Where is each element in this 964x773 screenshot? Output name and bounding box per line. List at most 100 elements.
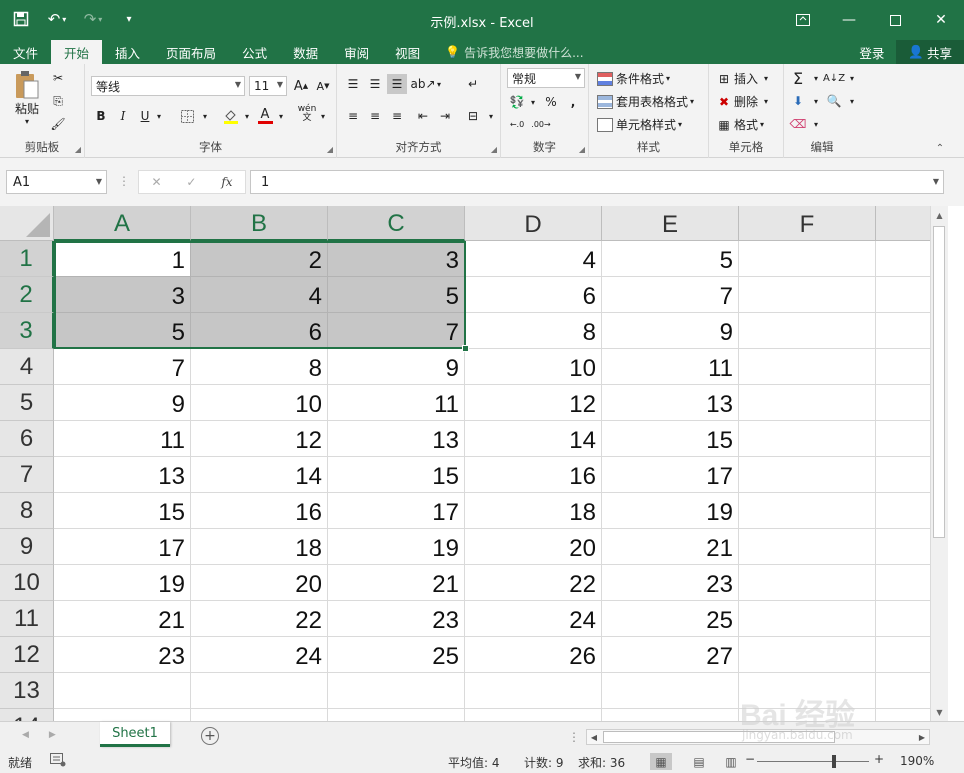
cell[interactable]: 13 — [328, 421, 465, 457]
expand-formula-icon[interactable]: ▼ — [933, 177, 939, 186]
cell[interactable] — [739, 277, 876, 313]
cell[interactable] — [739, 385, 876, 421]
cell[interactable]: 3 — [54, 277, 191, 313]
cell[interactable]: 20 — [191, 565, 328, 601]
cell[interactable]: 5 — [602, 241, 739, 277]
cell[interactable] — [739, 421, 876, 457]
cell[interactable]: 16 — [191, 493, 328, 529]
tab-home[interactable]: 开始 — [51, 40, 103, 64]
column-header-c[interactable]: C — [328, 206, 465, 241]
row-header-1[interactable]: 1 — [0, 241, 54, 277]
row-header-11[interactable]: 11 — [0, 601, 54, 637]
cell[interactable] — [876, 673, 930, 709]
macro-record-icon[interactable] — [50, 753, 66, 770]
cell[interactable]: 6 — [191, 313, 328, 349]
sort-filter-icon[interactable]: A↓Z — [823, 68, 845, 88]
align-left-icon[interactable]: ≡ — [343, 106, 363, 126]
cell[interactable]: 13 — [54, 457, 191, 493]
cell[interactable]: 23 — [602, 565, 739, 601]
cell[interactable] — [876, 565, 930, 601]
align-middle-icon[interactable]: ☰ — [365, 74, 385, 94]
scroll-down-icon[interactable]: ▼ — [933, 706, 946, 719]
increase-indent-icon[interactable]: ⇥ — [435, 106, 455, 126]
enter-icon[interactable]: ✓ — [186, 175, 196, 189]
cell[interactable] — [876, 277, 930, 313]
number-format-select[interactable]: 常规 ▼ — [507, 68, 585, 88]
prev-sheet-icon[interactable]: ◀ — [22, 730, 29, 740]
chevron-down-icon[interactable]: ▾ — [806, 91, 826, 111]
cell[interactable] — [739, 709, 876, 721]
cell[interactable] — [876, 313, 930, 349]
cell[interactable]: 12 — [191, 421, 328, 457]
cell[interactable]: 4 — [191, 277, 328, 313]
cell[interactable] — [739, 349, 876, 385]
tab-page-layout[interactable]: 页面布局 — [153, 40, 229, 64]
cell[interactable] — [465, 709, 602, 721]
vertical-scrollbar[interactable]: ▲ ▼ — [930, 206, 948, 721]
cell[interactable]: 10 — [191, 385, 328, 421]
cell[interactable]: 9 — [602, 313, 739, 349]
cell[interactable] — [739, 241, 876, 277]
row-header-4[interactable]: 4 — [0, 349, 54, 385]
cell[interactable]: 8 — [191, 349, 328, 385]
insert-function-icon[interactable]: fx — [221, 175, 232, 189]
cell[interactable]: 5 — [54, 313, 191, 349]
sheet-tab-sheet1[interactable]: Sheet1 — [100, 722, 170, 747]
cell[interactable]: 8 — [465, 313, 602, 349]
cell[interactable] — [876, 529, 930, 565]
italic-icon[interactable]: I — [113, 106, 133, 126]
chevron-down-icon[interactable]: ▾ — [842, 68, 862, 88]
cell[interactable] — [876, 241, 930, 277]
cell[interactable]: 18 — [465, 493, 602, 529]
cell[interactable]: 11 — [328, 385, 465, 421]
cell[interactable]: 16 — [465, 457, 602, 493]
chevron-down-icon[interactable]: ▾ — [842, 91, 862, 111]
worksheet-grid[interactable]: A B C D E F 1 1 2 3 4 5 2 3 4 5 6 7 3 5 6 7 8 9 4 7 8 9 10 11 5 9 10 11 12… — [0, 206, 930, 721]
cell[interactable]: 3 — [328, 241, 465, 277]
align-right-icon[interactable]: ≡ — [387, 106, 407, 126]
cell[interactable]: 25 — [602, 601, 739, 637]
cell[interactable]: 18 — [191, 529, 328, 565]
zoom-slider[interactable] — [757, 761, 869, 762]
tab-review[interactable]: 审阅 — [331, 40, 382, 64]
cell[interactable]: 1 — [54, 241, 191, 277]
grow-font-icon[interactable]: A ▲ — [291, 76, 311, 96]
tab-formulas[interactable]: 公式 — [229, 40, 280, 64]
column-header-e[interactable]: E — [602, 206, 739, 241]
comma-style-icon[interactable]: , — [563, 92, 583, 112]
increase-decimal-icon[interactable]: ←.0 — [507, 114, 527, 134]
cell[interactable]: 7 — [54, 349, 191, 385]
cell[interactable] — [876, 349, 930, 385]
shrink-font-icon[interactable]: A ▼ — [313, 76, 333, 96]
cell[interactable] — [876, 637, 930, 673]
column-header-a[interactable]: A — [54, 206, 191, 241]
cell[interactable]: 14 — [191, 457, 328, 493]
scroll-up-icon[interactable]: ▲ — [933, 209, 946, 222]
align-top-icon[interactable]: ☰ — [343, 74, 363, 94]
column-header-b[interactable]: B — [191, 206, 328, 241]
cell[interactable] — [739, 493, 876, 529]
cell[interactable]: 21 — [54, 601, 191, 637]
cell[interactable]: 23 — [54, 637, 191, 673]
fill-icon[interactable]: ⬇ — [788, 91, 808, 111]
row-header-10[interactable]: 10 — [0, 565, 54, 601]
cell-styles-button[interactable]: 单元格样式 ▾ — [597, 116, 682, 133]
cell[interactable]: 5 — [328, 277, 465, 313]
autosum-icon[interactable]: Σ — [788, 68, 808, 88]
cell[interactable]: 20 — [465, 529, 602, 565]
horizontal-scrollbar[interactable]: ◀ ▶ — [586, 729, 930, 745]
chevron-down-icon[interactable]: ▾ — [237, 106, 257, 126]
cell[interactable]: 7 — [328, 313, 465, 349]
chevron-down-icon[interactable]: ▾ — [149, 106, 169, 126]
copy-icon[interactable]: ⎘ — [48, 91, 68, 111]
cell[interactable]: 4 — [465, 241, 602, 277]
chevron-down-icon[interactable]: ▾ — [481, 106, 501, 126]
normal-view-icon[interactable]: ▦ — [650, 753, 672, 770]
format-painter-icon[interactable]: 🖌 — [48, 114, 68, 134]
borders-icon[interactable] — [177, 106, 197, 126]
cell[interactable]: 21 — [602, 529, 739, 565]
cell[interactable]: 14 — [465, 421, 602, 457]
tab-insert[interactable]: 插入 — [102, 40, 153, 64]
cell[interactable]: 17 — [54, 529, 191, 565]
chevron-down-icon[interactable]: ▾ — [523, 92, 543, 112]
